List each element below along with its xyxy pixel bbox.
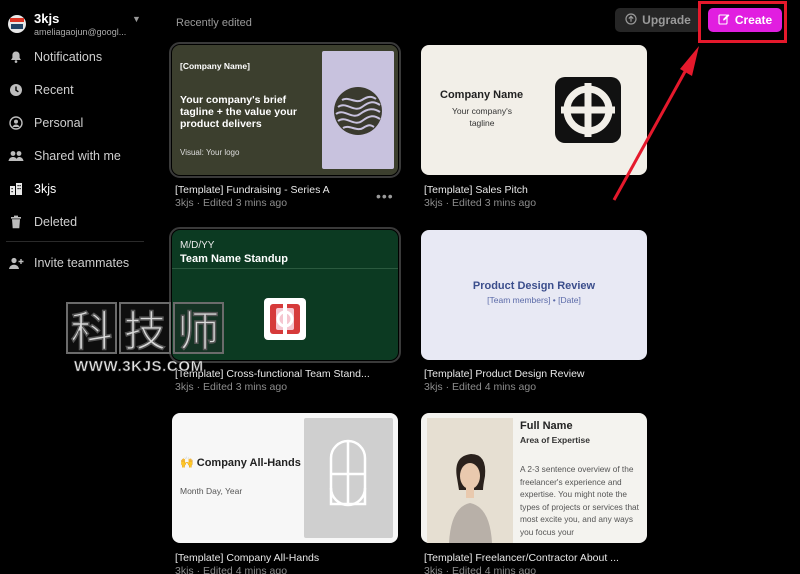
sidebar-item-label: Shared with me — [34, 149, 121, 163]
bell-icon — [8, 49, 24, 65]
add-user-icon — [8, 255, 24, 271]
card-meta: 3kjs · Edited 4 mins ago — [424, 381, 537, 393]
upgrade-button[interactable]: Upgrade — [615, 8, 701, 32]
card-meta: 3kjs · Edited 4 mins ago — [424, 565, 537, 574]
card-meta: 3kjs · Edited 3 mins ago — [175, 197, 288, 209]
sidebar-divider — [6, 241, 144, 242]
people-icon — [8, 148, 24, 164]
card-title[interactable]: [Template] Freelancer/Contractor About .… — [424, 552, 619, 564]
thumb-sub: Area of Expertise — [520, 435, 590, 445]
thumb-sub: Your company's tagline — [452, 106, 512, 128]
sidebar-item-label: Notifications — [34, 50, 103, 64]
card-title[interactable]: [Template] Product Design Review — [424, 368, 585, 380]
sidebar-item-label: 3kjs — [34, 182, 57, 196]
thumb-headline: Full Name — [520, 420, 573, 432]
watermark-char: 技 — [119, 302, 171, 356]
thumb-sub: Month Day, Year — [180, 486, 243, 496]
sidebar-item-personal[interactable]: Personal — [0, 110, 148, 136]
thumb-headline: Product Design Review — [472, 280, 596, 292]
workspace-avatar — [8, 15, 26, 33]
thumb-headline: Team Name Standup — [180, 253, 288, 265]
card-meta: 3kjs · Edited 4 mins ago — [175, 565, 288, 574]
thumb-headline: Your company's brief tagline + the value… — [180, 94, 297, 130]
thumb-panel — [304, 418, 393, 538]
upgrade-label: Upgrade — [642, 13, 691, 27]
watermark-char: 师 — [172, 302, 224, 356]
sidebar-item-label: Personal — [34, 116, 84, 130]
wave-globe-icon — [334, 87, 382, 135]
trash-icon — [8, 214, 24, 230]
card-meta: 3kjs · Edited 3 mins ago — [175, 381, 288, 393]
clock-icon — [8, 82, 24, 98]
sidebar-item-notifications[interactable]: Notifications — [0, 44, 148, 70]
thumb-headline: 🙌 Company All-Hands — [180, 457, 301, 469]
account-switcher[interactable]: 3kjs ameliagaojun@googl... ▼ — [6, 10, 144, 38]
watermark-char: 科 — [66, 302, 118, 356]
card-title[interactable]: [Template] Fundraising - Series A — [175, 184, 330, 196]
section-title: Recently edited — [176, 17, 252, 29]
logo-icon — [264, 298, 306, 340]
sidebar-item-label: Deleted — [34, 215, 78, 229]
sidebar-item-deleted[interactable]: Deleted — [0, 209, 148, 235]
account-email: ameliagaojun@googl... — [34, 27, 127, 37]
thumb-sub: [Team members] • [Date] — [487, 295, 581, 305]
sidebar: 3kjs ameliagaojun@googl... ▼ Notificatio… — [0, 0, 148, 574]
sidebar-item-workspace[interactable]: 3kjs — [0, 176, 148, 202]
chevron-down-icon[interactable]: ▼ — [132, 14, 141, 24]
template-card-sales-pitch[interactable]: Company Name Your company's tagline — [421, 45, 647, 175]
sidebar-item-recent[interactable]: Recent — [0, 77, 148, 103]
template-card-freelancer[interactable]: Full Name Area of Expertise A 2-3 senten… — [421, 413, 647, 543]
person-icon — [8, 115, 24, 131]
building-icon — [8, 181, 24, 197]
thumb-divider — [172, 268, 398, 269]
thumb-kicker: [Company Name] — [180, 61, 250, 71]
template-card-fundraising[interactable]: [Company Name] Your company's brief tagl… — [169, 42, 401, 178]
card-title[interactable]: [Template] Company All-Hands — [175, 552, 319, 564]
upgrade-icon — [625, 12, 637, 28]
card-meta: 3kjs · Edited 3 mins ago — [424, 197, 537, 209]
logo-icon — [555, 77, 621, 143]
watermark-url: WWW.3KJS.COM — [74, 358, 204, 376]
sidebar-item-shared[interactable]: Shared with me — [0, 143, 148, 169]
arch-logo-icon — [329, 439, 367, 507]
portrait-image — [427, 418, 513, 543]
thumb-footer: Visual: Your logo — [180, 148, 240, 157]
more-options-icon[interactable]: ••• — [376, 188, 394, 204]
thumb-headline: Company Name — [440, 89, 524, 101]
sidebar-item-label: Invite teammates — [34, 256, 130, 270]
invite-teammates-button[interactable]: Invite teammates — [0, 250, 148, 276]
watermark: 科 技 师 WWW.3KJS.COM — [66, 302, 226, 380]
template-card-product-design-review[interactable]: Product Design Review [Team members] • [… — [421, 230, 647, 360]
thumb-body: A 2-3 sentence overview of the freelance… — [520, 464, 639, 537]
annotation-highlight-box — [698, 1, 787, 43]
card-title[interactable]: [Template] Sales Pitch — [424, 184, 528, 196]
account-name: 3kjs — [34, 11, 60, 26]
thumb-kicker: M/D/YY — [180, 240, 215, 251]
sidebar-item-label: Recent — [34, 83, 74, 97]
template-card-all-hands[interactable]: 🙌 Company All-Hands Month Day, Year — [172, 413, 398, 543]
